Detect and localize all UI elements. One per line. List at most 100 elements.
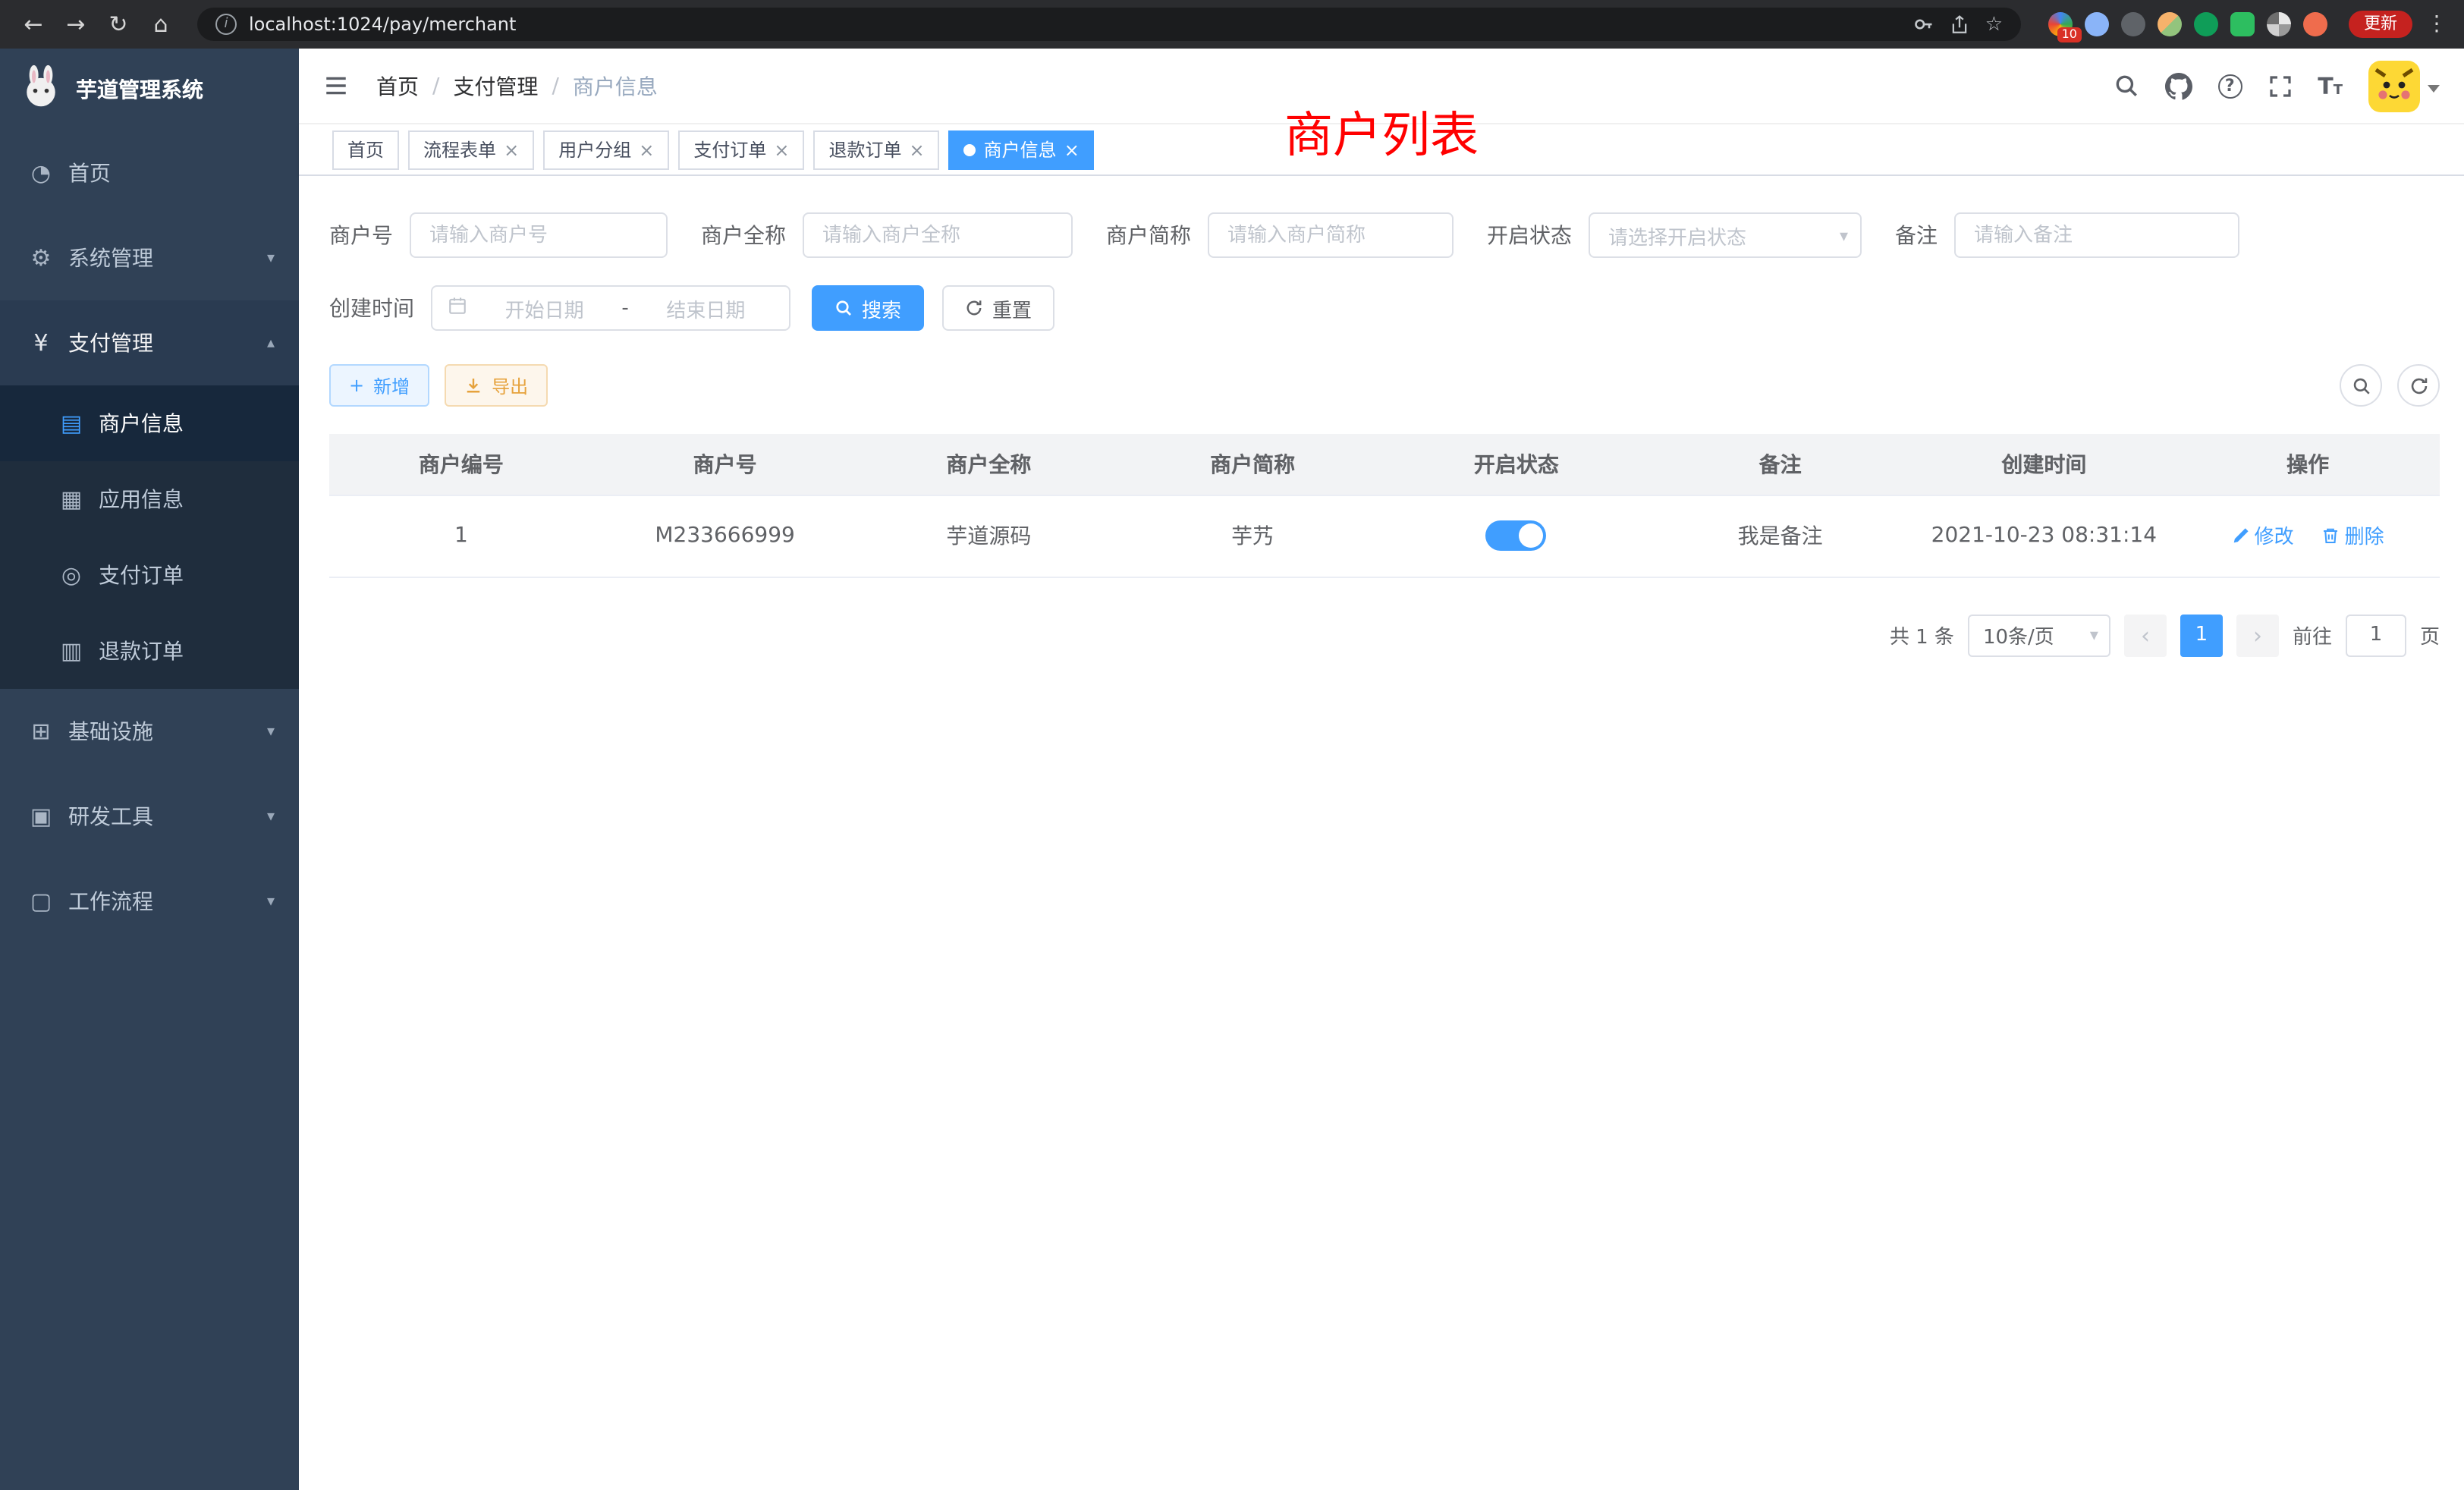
extension-icon[interactable] [2267, 12, 2291, 36]
refresh-button[interactable] [2397, 364, 2440, 407]
search-button[interactable]: 搜索 [812, 285, 924, 331]
remark-label: 备注 [1895, 220, 1938, 250]
sidebar-item-pay-order[interactable]: ◎ 支付订单 [0, 537, 299, 613]
delete-link-label: 删除 [2345, 521, 2384, 550]
chevron-down-icon: ▾ [2090, 625, 2098, 645]
col-merchant-no: 商户号 [593, 434, 857, 495]
breadcrumb-current: 商户信息 [573, 71, 658, 101]
tab-home[interactable]: 首页 [332, 130, 399, 169]
browser-update-button[interactable]: 更新 [2349, 11, 2412, 38]
browser-back-button[interactable]: ← [15, 6, 52, 42]
sidebar-toggle-icon[interactable] [323, 73, 349, 99]
status-select[interactable]: 请选择开启状态 ▾ [1589, 212, 1862, 258]
sidebar-item-label: 首页 [68, 158, 275, 188]
toggle-search-button[interactable] [2340, 364, 2382, 407]
devtools-icon: ▣ [27, 803, 55, 830]
tab-close-icon[interactable]: × [504, 140, 519, 159]
status-label: 开启状态 [1487, 220, 1572, 250]
table-row: 1 M233666999 芋道源码 芋艿 我是备注 2021-10-23 08:… [329, 495, 2440, 577]
help-icon[interactable]: ? [2217, 74, 2242, 98]
search-button-label: 搜索 [862, 294, 901, 322]
user-avatar[interactable] [2368, 60, 2420, 112]
user-menu[interactable] [2368, 60, 2440, 112]
browser-reload-button[interactable]: ↻ [100, 6, 137, 42]
tab-close-icon[interactable]: × [910, 140, 925, 159]
yen-icon: ¥ [27, 329, 55, 357]
browser-home-button[interactable]: ⌂ [143, 6, 179, 42]
app-logo: 芋道管理系统 [0, 49, 299, 130]
page-number-button[interactable]: 1 [2180, 614, 2223, 656]
tab-close-icon[interactable]: × [774, 140, 789, 159]
tab-close-icon[interactable]: × [1064, 140, 1080, 159]
extension-icon[interactable] [2194, 12, 2218, 36]
browser-menu-icon[interactable]: ⋮ [2425, 12, 2449, 36]
bookmark-star-icon[interactable]: ☆ [1985, 13, 2003, 36]
font-size-small-glyph: T [2334, 83, 2343, 98]
extension-icon[interactable] [2085, 12, 2109, 36]
font-size-icon[interactable]: TT [2318, 72, 2343, 99]
edit-link[interactable]: 修改 [2232, 521, 2294, 550]
edit-link-label: 修改 [2255, 521, 2294, 550]
reset-button[interactable]: 重置 [942, 285, 1054, 331]
delete-link[interactable]: 删除 [2322, 521, 2384, 550]
prev-page-button[interactable]: ‹ [2124, 614, 2167, 656]
sidebar-item-system[interactable]: ⚙ 系统管理 ▾ [0, 215, 299, 300]
sidebar-item-merchant-info[interactable]: ▤ 商户信息 [0, 385, 299, 461]
sidebar-item-devtools[interactable]: ▣ 研发工具 ▾ [0, 774, 299, 859]
sidebar-item-label: 基础设施 [68, 716, 253, 747]
calendar-icon [448, 295, 467, 321]
next-page-button[interactable]: › [2236, 614, 2279, 656]
tab-pay-order[interactable]: 支付订单 × [678, 130, 804, 169]
browser-profile-avatar[interactable] [2303, 12, 2327, 36]
sidebar-item-workflow[interactable]: ▢ 工作流程 ▾ [0, 859, 299, 944]
tab-process-form[interactable]: 流程表单 × [408, 130, 534, 169]
site-info-icon[interactable]: i [215, 14, 237, 35]
breadcrumb-pay[interactable]: 支付管理 [453, 71, 538, 101]
full-name-input[interactable] [803, 212, 1073, 258]
extension-icon[interactable] [2158, 12, 2182, 36]
sidebar-item-label: 系统管理 [68, 243, 253, 273]
add-button[interactable]: + 新增 [329, 364, 429, 407]
extension-icon[interactable] [2121, 12, 2145, 36]
fullscreen-icon[interactable] [2268, 74, 2292, 98]
user-menu-caret-icon[interactable] [2428, 84, 2440, 92]
sidebar-item-refund-order[interactable]: ▥ 退款订单 [0, 613, 299, 689]
create-time-range-picker[interactable]: 开始日期 - 结束日期 [431, 285, 790, 331]
sidebar-item-infra[interactable]: ⊞ 基础设施 ▾ [0, 689, 299, 774]
tab-label: 退款订单 [829, 137, 902, 162]
export-button[interactable]: 导出 [445, 364, 548, 407]
sidebar-item-app-info[interactable]: ▦ 应用信息 [0, 461, 299, 537]
tab-user-group[interactable]: 用户分组 × [543, 130, 669, 169]
cell-create-time: 2021-10-23 08:31:14 [1912, 495, 2176, 577]
status-toggle[interactable] [1486, 520, 1547, 551]
password-key-icon[interactable] [1914, 14, 1935, 35]
header-search-icon[interactable] [2113, 73, 2139, 99]
short-name-input[interactable] [1208, 212, 1454, 258]
remark-input[interactable] [1954, 212, 2239, 258]
end-date-placeholder[interactable]: 结束日期 [638, 294, 774, 322]
logo-rabbit-icon [18, 64, 64, 115]
browser-forward-button[interactable]: → [58, 6, 94, 42]
extension-icon[interactable]: 10 [2048, 12, 2073, 36]
github-icon[interactable] [2164, 72, 2192, 99]
tab-close-icon[interactable]: × [639, 140, 654, 159]
page-annotation: 商户列表 [1284, 108, 1479, 162]
address-bar[interactable]: i localhost:1024/pay/merchant ☆ [197, 8, 2021, 41]
browser-toolbar: ← → ↻ ⌂ i localhost:1024/pay/merchant ☆ … [0, 0, 2464, 49]
sidebar-item-pay[interactable]: ¥ 支付管理 ▴ [0, 300, 299, 385]
tab-merchant-info[interactable]: 商户信息 × [949, 130, 1095, 169]
page-size-select[interactable]: 10条/页 ▾ [1968, 614, 2110, 656]
merchant-no-input[interactable] [410, 212, 668, 258]
url-text[interactable]: localhost:1024/pay/merchant [249, 14, 516, 35]
tab-refund-order[interactable]: 退款订单 × [814, 130, 940, 169]
sidebar-item-home[interactable]: ◔ 首页 [0, 130, 299, 215]
chevron-down-icon: ▾ [267, 808, 275, 825]
chevron-down-icon: ▾ [267, 250, 275, 266]
cell-merchant-no: M233666999 [593, 495, 857, 577]
goto-page-input[interactable] [2346, 614, 2406, 656]
start-date-placeholder[interactable]: 开始日期 [476, 294, 612, 322]
share-icon[interactable] [1950, 14, 1970, 34]
breadcrumb-home[interactable]: 首页 [376, 71, 419, 101]
extension-icon[interactable] [2230, 12, 2255, 36]
date-separator: - [621, 297, 628, 319]
